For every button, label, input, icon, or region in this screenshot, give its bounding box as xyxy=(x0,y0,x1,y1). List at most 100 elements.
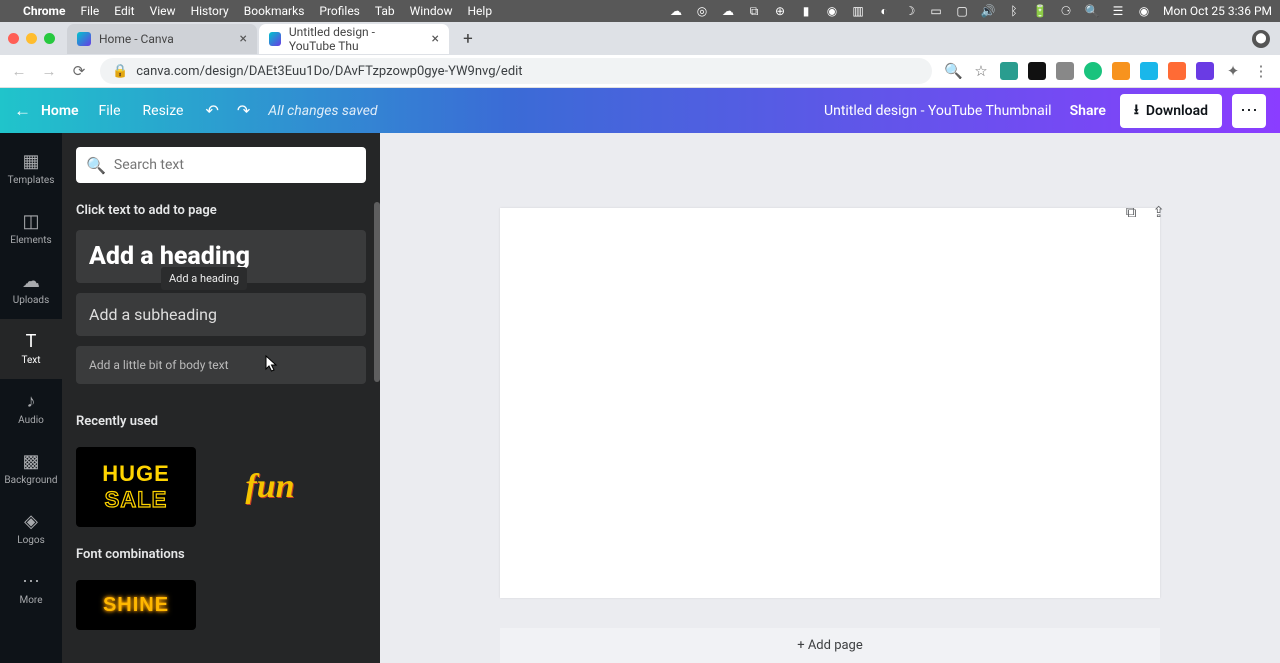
dropbox-icon[interactable]: ⧉ xyxy=(747,4,761,18)
search-icon: 🔍 xyxy=(86,156,106,175)
status-icon-3[interactable]: ⊕ xyxy=(773,4,787,18)
volume-icon[interactable]: 🔊 xyxy=(981,4,995,18)
download-icon: ⭳ xyxy=(1134,99,1139,123)
extension-icon[interactable] xyxy=(1168,62,1186,80)
home-link[interactable]: Home xyxy=(41,103,79,119)
rail-logos[interactable]: ◈ Logos xyxy=(0,499,62,559)
tab-untitled-design[interactable]: Untitled design - YouTube Thu × xyxy=(259,24,449,54)
rail-elements[interactable]: ◫ Elements xyxy=(0,199,62,259)
display-icon[interactable]: ▭ xyxy=(929,4,943,18)
back-button[interactable]: ← xyxy=(10,62,28,80)
add-heading-card[interactable]: Add a heading Add a heading xyxy=(76,230,366,283)
maximize-window-button[interactable] xyxy=(44,33,55,44)
extension-icon[interactable] xyxy=(1084,62,1102,80)
status-icon-5[interactable]: ◉ xyxy=(825,4,839,18)
recent-tile-huge-sale[interactable]: HUGE SALE xyxy=(76,447,196,527)
combo-tile-shine[interactable]: SHINE xyxy=(76,580,196,630)
rail-uploads[interactable]: ☁ Uploads xyxy=(0,259,62,319)
canva-appbar: ← Home File Resize ↶ ↷ All changes saved… xyxy=(0,88,1280,133)
clock[interactable]: Mon Oct 25 3:36 PM xyxy=(1163,4,1272,18)
control-center-icon[interactable]: ☰ xyxy=(1111,4,1125,18)
recent-tile-fun[interactable]: fun xyxy=(210,447,330,527)
profile-avatar[interactable]: ⬤ xyxy=(1252,30,1270,48)
more-options-button[interactable]: ⋯ xyxy=(1232,94,1266,128)
spotlight-icon[interactable]: 🔍 xyxy=(1085,4,1099,18)
font-combinations-heading: Font combinations xyxy=(76,547,366,562)
screen-mirror-icon[interactable]: ▢ xyxy=(955,4,969,18)
dnd-icon[interactable]: ☽ xyxy=(903,4,917,18)
bookmark-star-icon[interactable]: ☆ xyxy=(972,62,990,80)
tab-home-canva[interactable]: Home - Canva × xyxy=(67,24,257,54)
forward-button[interactable]: → xyxy=(40,62,58,80)
body-label: Add a little bit of body text xyxy=(89,358,229,372)
search-box[interactable]: 🔍 xyxy=(76,147,366,183)
resize-menu[interactable]: Resize xyxy=(143,103,184,119)
menu-tab[interactable]: Tab xyxy=(375,4,395,18)
menu-profiles[interactable]: Profiles xyxy=(319,4,360,18)
export-page-icon[interactable]: ⇪ xyxy=(1152,203,1165,221)
rail-audio[interactable]: ♪ Audio xyxy=(0,379,62,439)
redo-button[interactable]: ↷ xyxy=(237,101,250,120)
rail-more[interactable]: ⋯ More xyxy=(0,559,62,619)
status-icon-7[interactable]: ◐ xyxy=(877,4,891,18)
back-arrow-icon[interactable]: ← xyxy=(14,101,31,121)
extension-icon[interactable] xyxy=(1000,62,1018,80)
status-icon-6[interactable]: ▥ xyxy=(851,4,865,18)
siri-icon[interactable]: ◉ xyxy=(1137,4,1151,18)
rail-label: Background xyxy=(4,475,57,486)
combo-tile-2[interactable] xyxy=(210,580,330,630)
fun-text: fun xyxy=(245,468,294,506)
status-icon-1[interactable]: ◎ xyxy=(695,4,709,18)
menu-bookmarks[interactable]: Bookmarks xyxy=(244,4,305,18)
extension-icon[interactable] xyxy=(1028,62,1046,80)
extension-icon[interactable] xyxy=(1056,62,1074,80)
menu-view[interactable]: View xyxy=(150,4,176,18)
add-body-text-card[interactable]: Add a little bit of body text xyxy=(76,346,366,384)
browser-urlbar: ← → ⟳ 🔒 canva.com/design/DAEt3Euu1Do/DAv… xyxy=(0,55,1280,88)
close-tab-icon[interactable]: × xyxy=(432,31,439,47)
download-button[interactable]: ⭳ Download xyxy=(1120,94,1222,128)
undo-button[interactable]: ↶ xyxy=(205,101,218,120)
menu-window[interactable]: Window xyxy=(410,4,453,18)
wifi-icon[interactable]: ⚆ xyxy=(1059,4,1073,18)
browser-tabbar: Home - Canva × Untitled design - YouTube… xyxy=(0,22,1280,55)
minimize-window-button[interactable] xyxy=(26,33,37,44)
battery-icon[interactable]: 🔋 xyxy=(1033,4,1047,18)
document-title[interactable]: Untitled design - YouTube Thumbnail xyxy=(824,103,1052,119)
search-input[interactable] xyxy=(114,157,356,173)
rail-text[interactable]: T Text xyxy=(0,319,62,379)
extension-icon[interactable] xyxy=(1196,62,1214,80)
extension-icon[interactable] xyxy=(1140,62,1158,80)
extensions-menu-icon[interactable]: ✦ xyxy=(1224,62,1242,80)
rail-background[interactable]: ▩ Background xyxy=(0,439,62,499)
file-menu[interactable]: File xyxy=(99,103,121,119)
duplicate-page-icon[interactable]: ⧉ xyxy=(1126,203,1137,221)
add-page-button[interactable]: + Add page xyxy=(500,628,1160,663)
address-bar[interactable]: 🔒 canva.com/design/DAEt3Euu1Do/DAvFTzpzo… xyxy=(100,58,932,84)
new-tab-button[interactable]: + xyxy=(455,26,481,52)
reload-button[interactable]: ⟳ xyxy=(70,62,88,80)
menu-history[interactable]: History xyxy=(191,4,229,18)
rail-templates[interactable]: ▦ Templates xyxy=(0,139,62,199)
share-button[interactable]: Share xyxy=(1070,103,1106,119)
macos-menubar: Chrome File Edit View History Bookmarks … xyxy=(0,0,1280,22)
more-menu-icon[interactable]: ⋮ xyxy=(1252,62,1270,80)
close-window-button[interactable] xyxy=(8,33,19,44)
menu-edit[interactable]: Edit xyxy=(114,4,134,18)
close-tab-icon[interactable]: × xyxy=(240,31,247,47)
workspace: ▦ Templates ◫ Elements ☁ Uploads T Text … xyxy=(0,133,1280,663)
cloud-icon[interactable]: ☁ xyxy=(669,4,683,18)
add-subheading-card[interactable]: Add a subheading xyxy=(76,293,366,336)
menu-file[interactable]: File xyxy=(80,4,99,18)
menu-help[interactable]: Help xyxy=(467,4,492,18)
app-name[interactable]: Chrome xyxy=(23,4,65,18)
click-text-prompt: Click text to add to page xyxy=(76,203,366,218)
extension-icon[interactable] xyxy=(1112,62,1130,80)
bluetooth-icon[interactable]: ᛒ xyxy=(1007,4,1021,18)
huge-text: HUGE xyxy=(102,461,170,487)
logos-icon: ◈ xyxy=(24,513,38,531)
status-icon-4[interactable]: ▮ xyxy=(799,4,813,18)
status-icon-2[interactable]: ☁ xyxy=(721,4,735,18)
canvas-page[interactable] xyxy=(500,208,1160,598)
zoom-icon[interactable]: 🔍 xyxy=(944,62,962,80)
